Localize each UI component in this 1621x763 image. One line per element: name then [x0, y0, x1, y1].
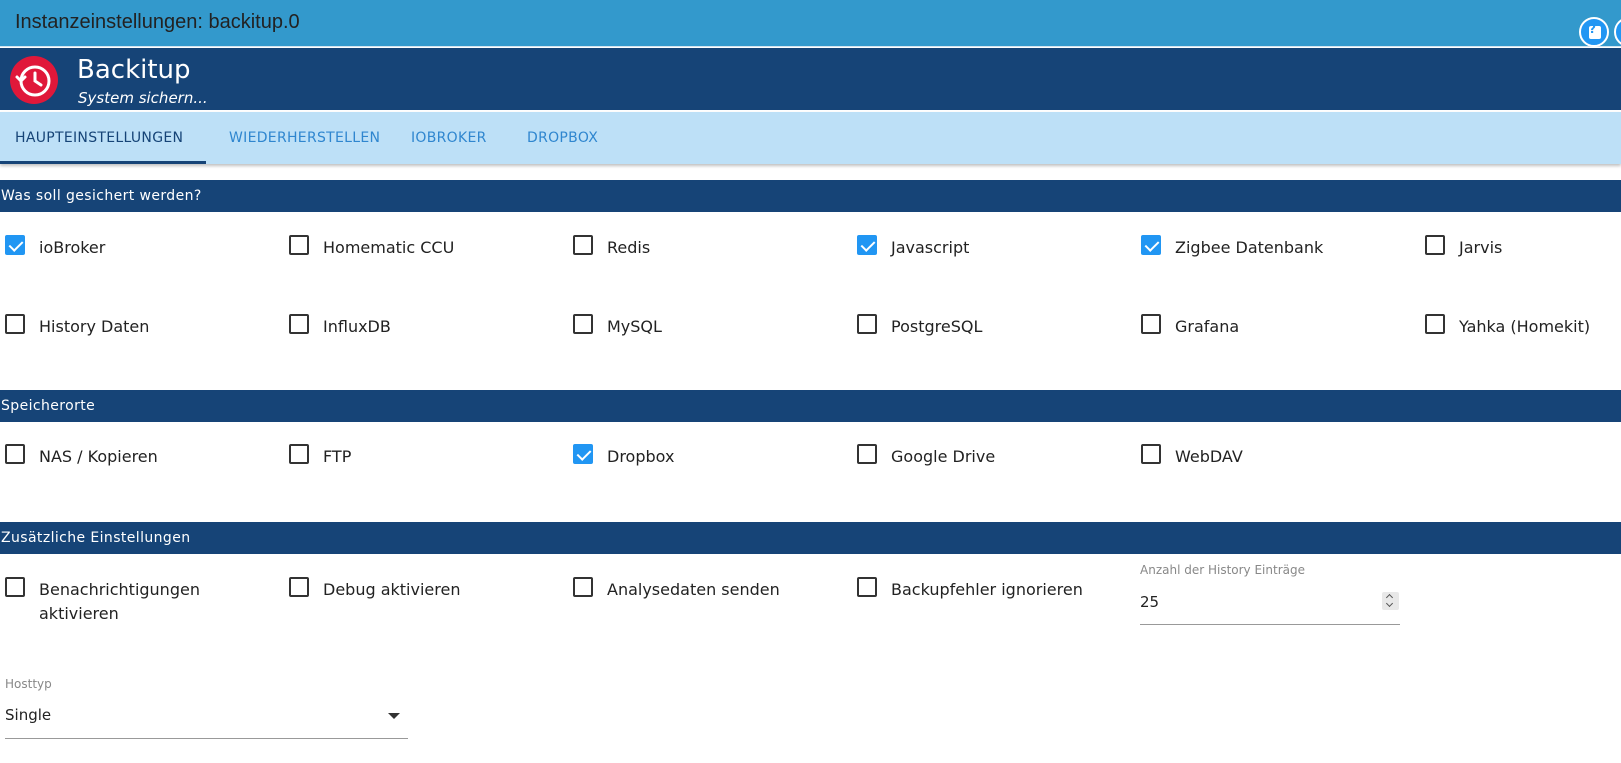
checkbox-label: NAS / Kopieren	[39, 447, 158, 466]
help-question-glyph: ?	[1589, 22, 1596, 36]
section-header-backup: Was soll gesichert werden?	[0, 180, 1621, 212]
history-count-value[interactable]: 25	[1140, 593, 1159, 611]
section-header-extra: Zusätzliche Einstellungen	[0, 522, 1621, 554]
checkbox-unchecked-icon[interactable]	[857, 577, 877, 597]
checkbox-checked-icon[interactable]	[5, 235, 25, 255]
checkbox-checked-icon[interactable]	[1141, 235, 1161, 255]
checkbox-unchecked-icon[interactable]	[573, 235, 593, 255]
tab-bar: HAUPTEINSTELLUNGEN WIEDERHERSTELLEN IOBR…	[0, 112, 1621, 164]
checkbox-label: Jarvis	[1459, 238, 1503, 257]
history-count-label: Anzahl der History Einträge	[1140, 563, 1305, 577]
app-subtitle: System sichern...	[78, 89, 208, 107]
checkbox-label: Yahka (Homekit)	[1459, 317, 1591, 336]
checkbox-unchecked-icon[interactable]	[857, 314, 877, 334]
checkbox-label: Backupfehler ignorieren	[891, 580, 1083, 599]
number-stepper-icon[interactable]	[1382, 592, 1399, 610]
tab-iobroker[interactable]: IOBROKER	[411, 112, 487, 164]
checkbox-unchecked-icon[interactable]	[5, 314, 25, 334]
window-titlebar: Instanzeinstellungen: backitup.0	[0, 0, 1621, 47]
checkbox-label: Zigbee Datenbank	[1175, 238, 1324, 257]
checkbox-unchecked-icon[interactable]	[1141, 444, 1161, 464]
tab-indicator	[0, 161, 206, 164]
tab-wiederherstellen[interactable]: WIEDERHERSTELLEN	[229, 112, 380, 164]
checkbox-label: Dropbox	[607, 447, 675, 466]
app-header: Backitup System sichern...	[0, 48, 1621, 110]
checkbox-checked-icon[interactable]	[573, 444, 593, 464]
checkbox-unchecked-icon[interactable]	[1141, 314, 1161, 334]
checkbox-checked-icon[interactable]	[857, 235, 877, 255]
checkbox-unchecked-icon[interactable]	[1425, 235, 1445, 255]
field-underline	[5, 738, 408, 739]
checkbox-label: Google Drive	[891, 447, 996, 466]
section-title: Speicherorte	[1, 398, 96, 414]
history-count-field[interactable]: Anzahl der History Einträge 25	[1140, 563, 1400, 625]
chevron-down-icon[interactable]	[388, 713, 400, 719]
checkbox-label: Grafana	[1175, 317, 1240, 336]
tab-haupteinstellungen[interactable]: HAUPTEINSTELLUNGEN	[15, 112, 183, 164]
hosttype-select[interactable]: Hosttyp Single	[5, 677, 408, 739]
checkbox-label: InfluxDB	[323, 317, 391, 336]
section-header-storage: Speicherorte	[0, 390, 1621, 422]
checkbox-unchecked-icon[interactable]	[289, 577, 309, 597]
checkbox-label: Analysedaten senden	[607, 580, 780, 599]
checkbox-unchecked-icon[interactable]	[289, 235, 309, 255]
checkbox-unchecked-icon[interactable]	[289, 314, 309, 334]
checkbox-unchecked-icon[interactable]	[857, 444, 877, 464]
checkbox-unchecked-icon[interactable]	[573, 314, 593, 334]
checkbox-unchecked-icon[interactable]	[5, 577, 25, 597]
field-underline	[1140, 624, 1400, 625]
checkbox-label: Homematic CCU	[323, 238, 455, 257]
checkbox-label: Debug aktivieren	[323, 580, 461, 599]
checkbox-label: History Daten	[39, 317, 150, 336]
app-title: Backitup	[77, 55, 191, 85]
checkbox-label: WebDAV	[1175, 447, 1243, 466]
checkbox-unchecked-icon[interactable]	[1425, 314, 1445, 334]
section-title: Zusätzliche Einstellungen	[1, 530, 191, 546]
clock-history-icon	[10, 56, 58, 104]
checkbox-label: PostgreSQL	[891, 317, 983, 336]
section-title: Was soll gesichert werden?	[1, 188, 202, 204]
checkbox-unchecked-icon[interactable]	[5, 444, 25, 464]
checkbox-label: FTP	[323, 447, 352, 466]
checkbox-label: ioBroker	[39, 238, 106, 257]
checkbox-unchecked-icon[interactable]	[573, 577, 593, 597]
checkbox-label: Redis	[607, 238, 651, 257]
checkbox-label: Benachrichtigungen aktivieren	[39, 580, 200, 623]
checkbox-label: MySQL	[607, 317, 662, 336]
checkbox-label: Javascript	[891, 238, 970, 257]
hosttype-label: Hosttyp	[5, 677, 52, 691]
window-title: Instanzeinstellungen: backitup.0	[15, 11, 300, 33]
tab-dropbox[interactable]: DROPBOX	[527, 112, 598, 164]
checkbox-unchecked-icon[interactable]	[289, 444, 309, 464]
hosttype-value[interactable]: Single	[5, 706, 51, 724]
